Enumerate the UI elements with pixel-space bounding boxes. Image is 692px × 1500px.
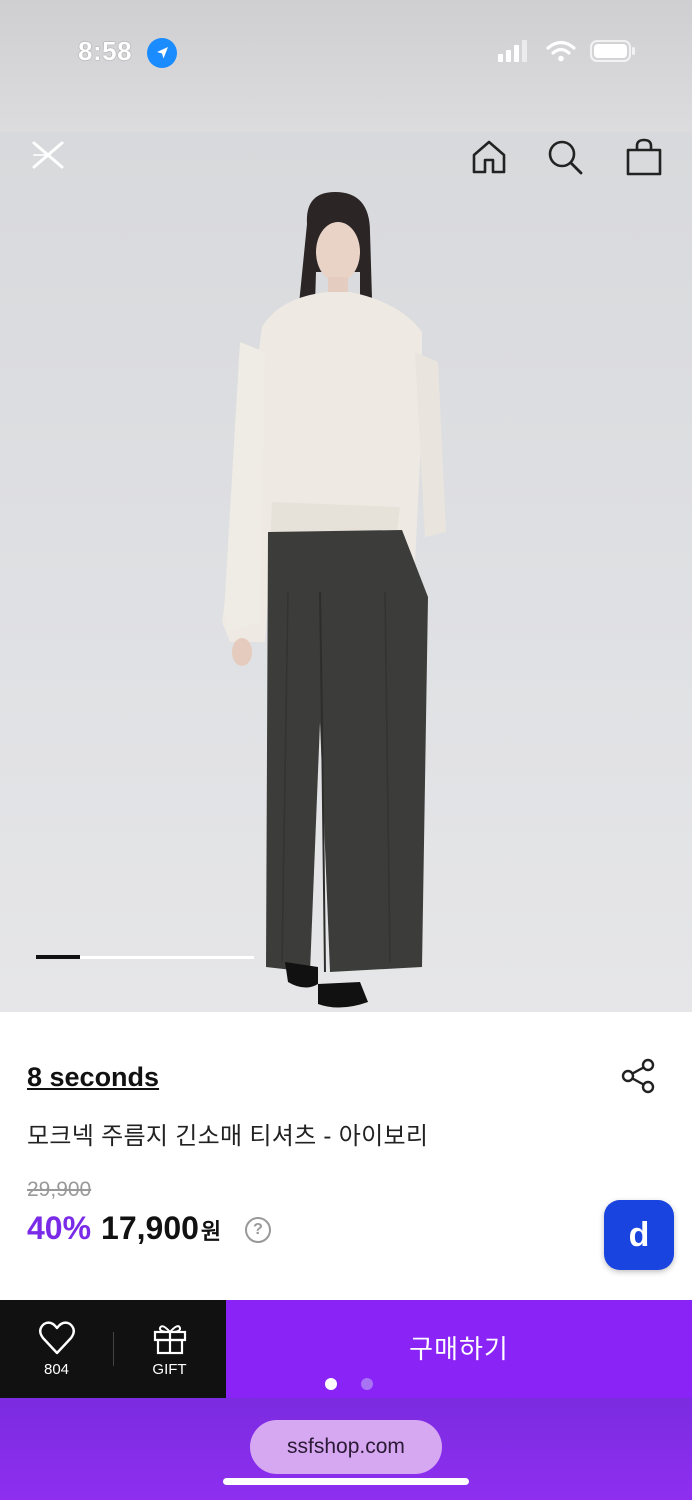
url-address-bar[interactable]: ssfshop.com [250, 1420, 442, 1474]
search-button[interactable] [540, 132, 590, 182]
buy-button[interactable]: 구매하기 [226, 1300, 692, 1398]
close-icon [32, 141, 64, 169]
product-photo-model [222, 192, 446, 1008]
status-indicators [498, 40, 636, 62]
heart-icon [38, 1320, 75, 1354]
buy-button-label: 구매하기 [409, 1333, 509, 1364]
home-button[interactable] [464, 132, 514, 182]
product-image-carousel[interactable] [0, 132, 692, 1012]
like-button[interactable]: 804 [0, 1300, 113, 1398]
page-dot [361, 1378, 373, 1390]
shopping-bag-button[interactable] [619, 132, 669, 182]
like-count: 804 [43, 1360, 70, 1378]
brand-link[interactable]: 8 seconds [27, 1062, 159, 1093]
secondary-actions: 804 GIFT [0, 1300, 226, 1398]
price-row: 40% 17,900 원 [27, 1210, 221, 1247]
currency-unit: 원 [200, 1219, 222, 1244]
original-price: 29,900 [27, 1178, 92, 1201]
status-time: 8:58 [78, 36, 133, 66]
shopping-bag-icon [626, 138, 662, 176]
carousel-progress-track [36, 955, 254, 959]
share-button[interactable] [618, 1056, 658, 1096]
d-logo-icon: d [629, 1218, 650, 1252]
discount-rate: 40% [27, 1210, 92, 1246]
search-icon [548, 140, 583, 175]
share-icon [621, 1058, 655, 1094]
cellular-signal-icon [498, 40, 527, 62]
price-help-icon[interactable]: ? [245, 1217, 271, 1243]
sale-price: 17,900 [101, 1210, 199, 1246]
gift-button[interactable]: GIFT [113, 1300, 226, 1398]
gift-icon [153, 1324, 186, 1354]
home-icon [472, 140, 506, 174]
url-text: ssfshop.com [287, 1435, 405, 1458]
carousel-progress-fill [36, 955, 80, 959]
browser-bar: ssfshop.com [0, 1398, 692, 1500]
page-indicator [325, 1378, 373, 1390]
location-arrow-icon [147, 38, 177, 68]
bottom-action-bar: 804 GIFT 구매하기 [0, 1300, 692, 1398]
d-logo-text: d [629, 1218, 650, 1252]
d-floating-button[interactable]: d [604, 1200, 674, 1270]
gift-label: GIFT [152, 1360, 187, 1378]
product-info: 8 seconds 모크넥 주름지 긴소매 티셔츠 - 아이보리 29,900 … [0, 1012, 692, 1300]
battery-icon [590, 40, 635, 62]
wifi-icon [546, 40, 576, 62]
home-indicator[interactable] [223, 1478, 469, 1485]
close-button[interactable] [23, 132, 73, 182]
status-bar: 8:58 [0, 0, 692, 132]
page-dot-active [325, 1378, 337, 1390]
product-name: 모크넥 주름지 긴소매 티셔츠 - 아이보리 [27, 1123, 429, 1150]
